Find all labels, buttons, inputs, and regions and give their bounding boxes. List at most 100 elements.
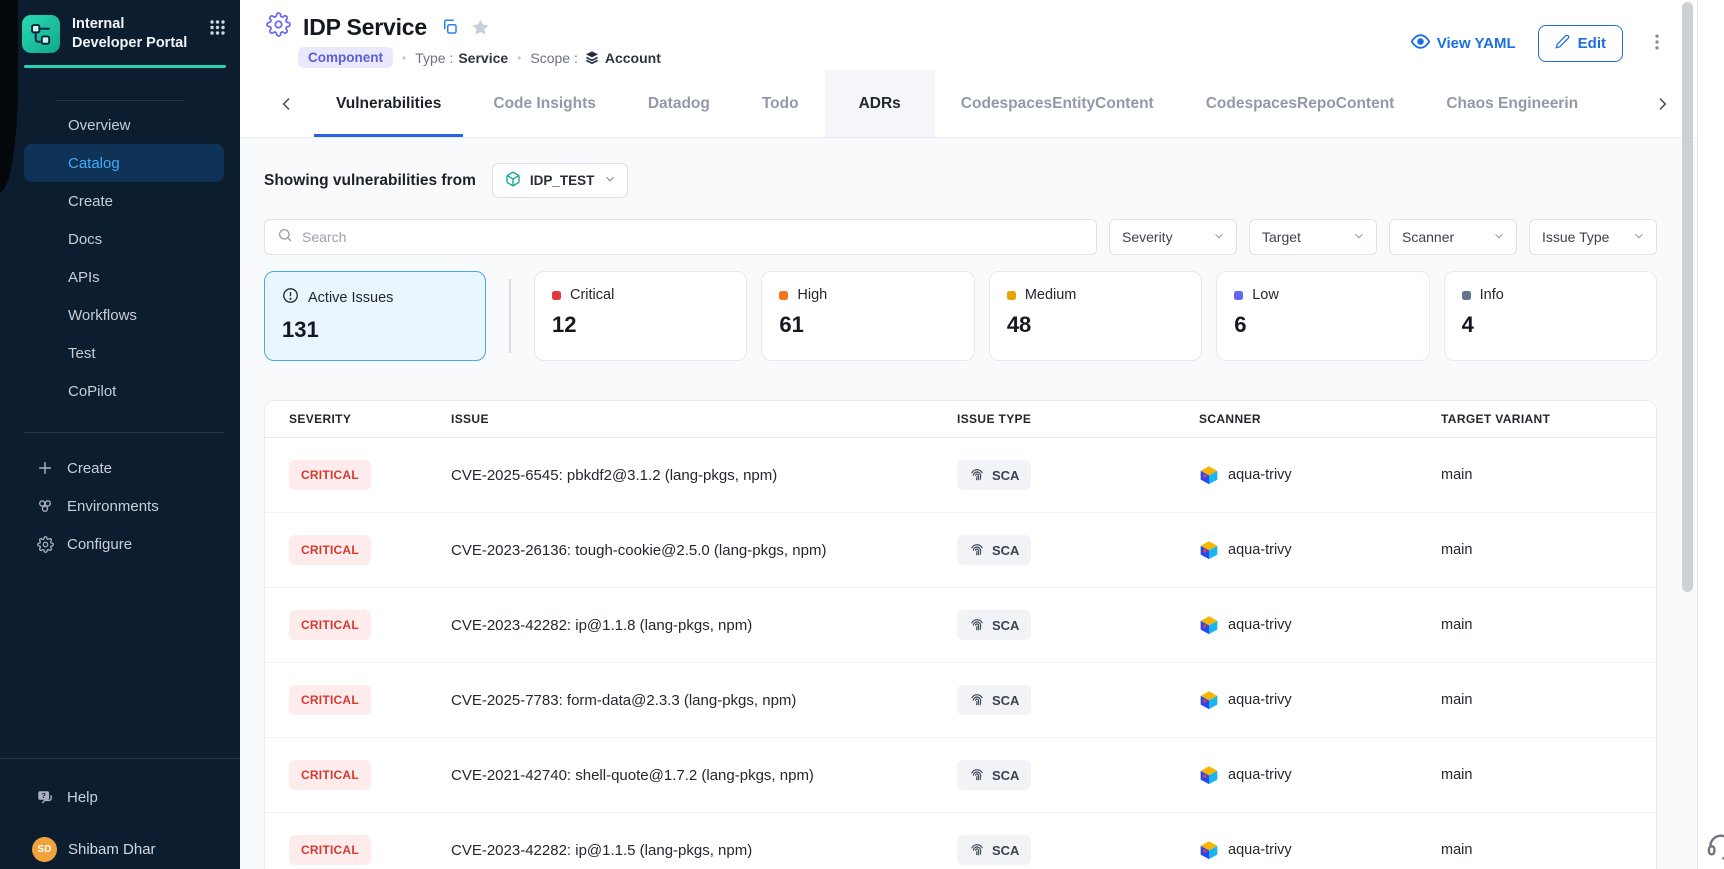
tab-codespaces-repo-content[interactable]: CodespacesRepoContent [1180,70,1421,137]
table-row[interactable]: CRITICAL CVE-2025-6545: pbkdf2@3.1.2 (la… [265,438,1656,513]
target-variant-cell: main [1441,767,1656,783]
tab-vulnerabilities[interactable]: Vulnerabilities [310,70,467,137]
severity-badge: CRITICAL [289,760,371,790]
table-row[interactable]: CRITICAL CVE-2023-26136: tough-cookie@2.… [265,513,1656,588]
severity-badge: CRITICAL [289,835,371,865]
dot-separator [402,51,406,65]
tabs-scroll-left-button[interactable] [276,93,298,115]
avatar: SD [32,837,57,862]
tab-code-insights[interactable]: Code Insights [467,70,621,137]
issue-type-badge: SCA [957,460,1031,490]
right-edge-strip [1697,0,1724,869]
table-row[interactable]: CRITICAL CVE-2023-42282: ip@1.1.8 (lang-… [265,588,1656,663]
severity-badge: CRITICAL [289,535,371,565]
tabs-scroll-right-button[interactable] [1651,93,1673,115]
tab-todo[interactable]: Todo [736,70,825,137]
source-select[interactable]: IDP_TEST [492,163,629,198]
source-label: Showing vulnerabilities from [264,172,476,190]
support-headset-icon[interactable] [1705,829,1724,861]
scanner-cell: aqua-trivy [1199,540,1441,560]
environments-icon [36,497,54,515]
filter-issue-type[interactable]: Issue Type [1529,219,1657,255]
sidebar-item-test[interactable]: Test [24,334,224,372]
sidebar-item-copilot[interactable]: CoPilot [24,372,224,410]
kind-badge: Component [298,47,393,68]
sidebar-divider [24,432,224,433]
issue-text: CVE-2025-6545: pbkdf2@3.1.2 (lang-pkgs, … [451,467,957,484]
stat-card-critical[interactable]: Critical 12 [534,271,747,361]
search-box [264,219,1097,255]
sidebar-item-apis[interactable]: APIs [24,258,224,296]
fingerprint-icon [969,692,985,708]
sidebar-action-configure[interactable]: Configure [0,525,240,563]
issue-type-badge: SCA [957,760,1031,790]
page-title: IDP Service [303,14,427,41]
issue-type-badge: SCA [957,685,1031,715]
stat-card-high[interactable]: High 61 [761,271,974,361]
layers-icon [584,50,600,66]
stats-row: Active Issues 131 Critical 12 High 61 Me… [264,271,1657,361]
copy-name-button[interactable] [439,16,461,38]
fingerprint-icon [969,467,985,483]
vertical-scrollbar[interactable] [1682,2,1693,592]
view-yaml-button[interactable]: View YAML [1411,32,1516,55]
low-dot [1234,291,1243,300]
pencil-icon [1555,34,1570,53]
vulnerabilities-table: SEVERITY ISSUE ISSUE TYPE SCANNER TARGET… [264,400,1657,869]
source-row: Showing vulnerabilities from IDP_TEST [264,163,1657,198]
user-menu[interactable]: SD Shibam Dhar [0,829,240,869]
table-row[interactable]: CRITICAL CVE-2021-42740: shell-quote@1.7… [265,738,1656,813]
target-variant-cell: main [1441,692,1656,708]
high-count: 61 [779,312,956,338]
table-row[interactable]: CRITICAL CVE-2023-42282: ip@1.1.5 (lang-… [265,813,1656,869]
sidebar-action-create[interactable]: Create [0,449,240,487]
sidebar-item-overview[interactable]: Overview [24,106,224,144]
tab-codespaces-entity-content[interactable]: CodespacesEntityContent [935,70,1180,137]
stat-card-low[interactable]: Low 6 [1216,271,1429,361]
fingerprint-icon [969,617,985,633]
sidebar-item-docs[interactable]: Docs [24,220,224,258]
trivy-logo-icon [1199,540,1219,560]
filter-scanner[interactable]: Scanner [1389,219,1517,255]
table-row[interactable]: CRITICAL CVE-2025-7783: form-data@2.3.3 … [265,663,1656,738]
col-issue-type: ISSUE TYPE [957,412,1199,426]
target-variant-cell: main [1441,842,1656,858]
sidebar-nav: Overview Catalog Create Docs APIs Workfl… [0,106,240,410]
info-count: 4 [1462,312,1639,338]
tab-adrs[interactable]: ADRs [825,70,935,137]
scanner-cell: aqua-trivy [1199,465,1441,485]
app-grid-icon[interactable] [209,19,226,41]
sidebar-help[interactable]: ? Help [0,777,240,817]
filter-severity[interactable]: Severity [1109,219,1237,255]
tab-chaos-engineering[interactable]: Chaos Engineerin [1420,70,1578,137]
issue-text: CVE-2023-26136: tough-cookie@2.5.0 (lang… [451,542,957,559]
edit-button[interactable]: Edit [1538,25,1623,62]
sidebar-action-environments[interactable]: Environments [0,487,240,525]
brand-accent-bar [24,65,226,68]
target-variant-cell: main [1441,467,1656,483]
chevron-down-icon [1632,229,1646,246]
star-favorite-button[interactable] [469,16,492,39]
filter-target[interactable]: Target [1249,219,1377,255]
portal-logo-icon[interactable] [22,15,60,53]
source-value: IDP_TEST [530,173,595,188]
scanner-cell: aqua-trivy [1199,615,1441,635]
trivy-logo-icon [1199,465,1219,485]
brand: Internal Developer Portal [0,0,240,53]
more-options-button[interactable] [1645,29,1669,58]
severity-badge: CRITICAL [289,610,371,640]
user-name: Shibam Dhar [68,841,156,858]
search-input[interactable] [302,229,1084,245]
issue-text: CVE-2021-42740: shell-quote@1.7.2 (lang-… [451,767,957,784]
tab-datadog[interactable]: Datadog [622,70,736,137]
stat-card-medium[interactable]: Medium 48 [989,271,1202,361]
sidebar-item-create[interactable]: Create [24,182,224,220]
stat-card-active-issues[interactable]: Active Issues 131 [264,271,486,361]
stat-card-info[interactable]: Info 4 [1444,271,1657,361]
sidebar: Internal Developer Portal Overview Catal… [0,0,240,869]
sidebar-item-workflows[interactable]: Workflows [24,296,224,334]
chevron-down-icon [1212,229,1226,246]
sidebar-item-catalog[interactable]: Catalog [24,144,224,182]
chevron-down-icon [603,172,617,189]
entity-meta: Component Type : Service Scope : Account [298,47,661,68]
